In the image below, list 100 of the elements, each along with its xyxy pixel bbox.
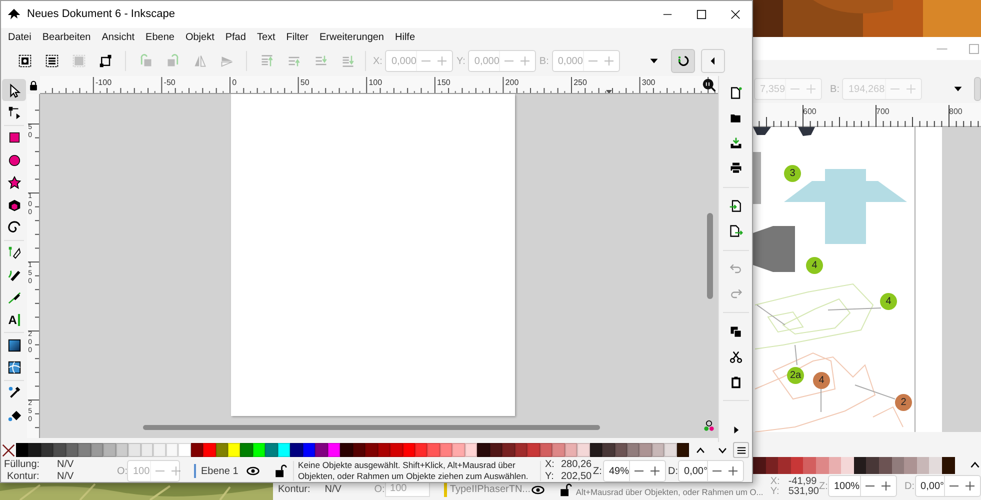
transform-handles-icon[interactable]	[98, 54, 112, 68]
color-swatch[interactable]	[590, 443, 602, 457]
download-tray-icon[interactable]	[728, 136, 743, 150]
plus-icon[interactable]	[727, 465, 740, 477]
color-swatch[interactable]	[626, 443, 640, 457]
color-swatch[interactable]	[452, 443, 465, 457]
color-swatch[interactable]	[427, 443, 440, 457]
color-swatch[interactable]	[116, 443, 128, 457]
menu-item[interactable]: Erweiterungen	[320, 30, 384, 44]
close-icon[interactable]	[730, 9, 740, 20]
color-swatch[interactable]	[676, 443, 690, 457]
color-swatch[interactable]	[228, 443, 240, 457]
color-swatch[interactable]	[140, 443, 154, 457]
color-management-icon[interactable]	[702, 419, 716, 433]
color-swatch[interactable]	[527, 443, 540, 457]
color-swatch[interactable]	[803, 456, 816, 474]
color-swatch[interactable]	[866, 456, 879, 474]
menu-item[interactable]: Objekt	[185, 30, 214, 44]
new-document-icon[interactable]	[728, 86, 743, 100]
color-swatch[interactable]	[639, 443, 652, 457]
color-swatch[interactable]	[103, 443, 116, 457]
color-swatch[interactable]	[929, 456, 942, 474]
menu-item[interactable]: Bearbeiten	[42, 30, 91, 44]
color-swatch[interactable]	[302, 443, 316, 457]
color-swatch[interactable]	[240, 443, 253, 457]
color-swatch[interactable]	[278, 443, 290, 457]
padlock-icon[interactable]	[273, 464, 287, 478]
color-swatch[interactable]	[577, 443, 590, 457]
color-swatch[interactable]	[178, 443, 191, 457]
color-swatch[interactable]	[790, 456, 804, 474]
color-swatch[interactable]	[415, 443, 428, 457]
toggle-button[interactable]	[700, 49, 725, 73]
color-swatch[interactable]	[402, 443, 415, 457]
color-swatch[interactable]	[753, 456, 766, 474]
number-field[interactable]: 0,00°	[914, 475, 981, 497]
color-swatch[interactable]	[66, 443, 78, 457]
color-swatch[interactable]	[816, 456, 829, 474]
eye-icon[interactable]	[246, 464, 260, 478]
import-icon[interactable]	[728, 199, 743, 214]
scissors-icon[interactable]	[728, 350, 743, 364]
tool-button[interactable]	[2, 79, 26, 101]
color-swatch[interactable]	[53, 443, 66, 457]
color-swatch[interactable]	[778, 456, 791, 474]
color-swatch[interactable]	[464, 443, 478, 457]
color-swatch[interactable]	[166, 443, 178, 457]
menu-item[interactable]: Pfad	[225, 30, 246, 44]
color-swatch[interactable]	[841, 456, 854, 474]
zoom-icon[interactable]	[702, 78, 716, 92]
clipboard-icon[interactable]	[728, 374, 743, 389]
color-swatch[interactable]	[352, 443, 366, 457]
color-swatch[interactable]	[766, 456, 778, 474]
color-swatch[interactable]	[365, 443, 378, 457]
menu-item[interactable]: Filter	[286, 30, 309, 44]
color-swatch[interactable]	[90, 443, 104, 457]
color-swatch[interactable]	[328, 443, 340, 457]
maximize-icon[interactable]	[696, 9, 706, 20]
color-swatch[interactable]	[216, 443, 228, 457]
color-swatch[interactable]	[78, 443, 91, 457]
plus-icon[interactable]	[964, 480, 976, 492]
color-swatch[interactable]	[564, 443, 578, 457]
layer-name[interactable]: Ebene 1	[201, 464, 243, 478]
color-swatch[interactable]	[390, 443, 403, 457]
color-swatch[interactable]	[440, 443, 452, 457]
number-field[interactable]: 49%	[603, 460, 666, 482]
color-swatch[interactable]	[942, 456, 954, 474]
menu-item[interactable]: Ebene	[146, 30, 174, 44]
duplicate-icon[interactable]	[728, 324, 743, 339]
plus-icon[interactable]	[649, 465, 662, 477]
menu-item[interactable]: Hilfe	[395, 30, 416, 44]
color-swatch[interactable]	[514, 443, 528, 457]
color-swatch[interactable]	[490, 443, 502, 457]
color-swatch[interactable]	[340, 443, 353, 457]
menu-item[interactable]: Text	[256, 30, 276, 44]
color-swatch[interactable]	[904, 456, 917, 474]
color-swatch[interactable]	[652, 443, 664, 457]
snap-icon[interactable]	[676, 54, 690, 68]
color-swatch[interactable]	[614, 443, 627, 457]
color-swatch[interactable]	[892, 456, 904, 474]
color-swatch[interactable]	[540, 443, 552, 457]
scrollbar-thumb[interactable]	[143, 425, 600, 430]
color-swatch[interactable]	[854, 456, 866, 474]
export-icon[interactable]	[728, 224, 743, 238]
menu-item[interactable]: Ansicht	[102, 30, 135, 44]
color-swatch[interactable]	[28, 443, 41, 457]
plus-icon[interactable]	[880, 480, 892, 492]
color-swatch[interactable]	[878, 456, 892, 474]
no-paint-icon[interactable]	[2, 444, 15, 456]
color-swatch[interactable]	[290, 443, 303, 457]
color-swatch[interactable]	[265, 443, 278, 457]
color-swatch[interactable]	[128, 443, 141, 457]
color-swatch[interactable]	[602, 443, 614, 457]
number-field[interactable]: 0,00°	[678, 460, 744, 482]
padlock-icon[interactable]	[28, 80, 40, 90]
color-swatch[interactable]	[378, 443, 390, 457]
select-all-layers-icon[interactable]	[44, 54, 58, 68]
number-field[interactable]: 100%	[828, 475, 897, 497]
color-swatch[interactable]	[552, 443, 565, 457]
color-swatch[interactable]	[916, 456, 930, 474]
menu-item[interactable]: Datei	[8, 30, 32, 44]
color-swatch[interactable]	[153, 443, 166, 457]
